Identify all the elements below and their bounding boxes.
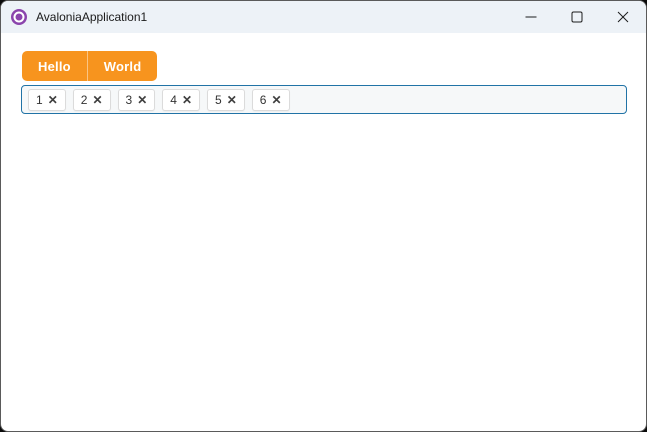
avalonia-logo-icon [11, 9, 27, 25]
close-button[interactable] [600, 1, 646, 33]
chip-item: 5 ✕ [207, 88, 245, 111]
window-title: AvaloniaApplication1 [36, 10, 148, 24]
chip-value: 6 [259, 92, 267, 107]
chip-remove-icon[interactable]: ✕ [137, 94, 147, 106]
maximize-icon [571, 11, 583, 23]
chip-remove-icon[interactable]: ✕ [271, 94, 281, 106]
minimize-icon [525, 16, 537, 18]
chip-value: 1 [36, 92, 43, 107]
chip-item: 1 ✕ [28, 88, 66, 111]
app-window: AvaloniaApplication1 Hello World 1 ✕ 2 ✕… [0, 0, 647, 432]
chip-value: 4 [170, 92, 177, 107]
chip-remove-icon[interactable]: ✕ [92, 94, 102, 106]
minimize-button[interactable] [508, 1, 554, 33]
tab-world[interactable]: World [86, 51, 158, 81]
chip-value: 3 [125, 92, 133, 107]
maximize-button[interactable] [554, 1, 600, 33]
chips-container[interactable]: 1 ✕ 2 ✕ 3 ✕ 4 ✕ 5 ✕ 6 ✕ [21, 85, 627, 114]
tab-strip: Hello World [22, 51, 158, 81]
window-controls [508, 1, 646, 33]
close-icon [617, 11, 629, 23]
chip-remove-icon[interactable]: ✕ [48, 94, 58, 106]
chip-item: 4 ✕ [162, 88, 200, 111]
chip-item: 2 ✕ [72, 88, 111, 111]
chip-item: 6 ✕ [251, 88, 290, 111]
chip-item: 3 ✕ [117, 88, 156, 111]
chip-value: 5 [215, 92, 222, 107]
avalonia-logo-ring [13, 11, 25, 23]
chip-remove-icon[interactable]: ✕ [182, 94, 192, 106]
titlebar: AvaloniaApplication1 [1, 1, 646, 33]
content-area: Hello World 1 ✕ 2 ✕ 3 ✕ 4 ✕ 5 ✕ 6 ✕ [1, 33, 646, 114]
tab-hello[interactable]: Hello [22, 51, 87, 81]
chip-value: 2 [80, 92, 88, 107]
chip-remove-icon[interactable]: ✕ [227, 94, 237, 106]
